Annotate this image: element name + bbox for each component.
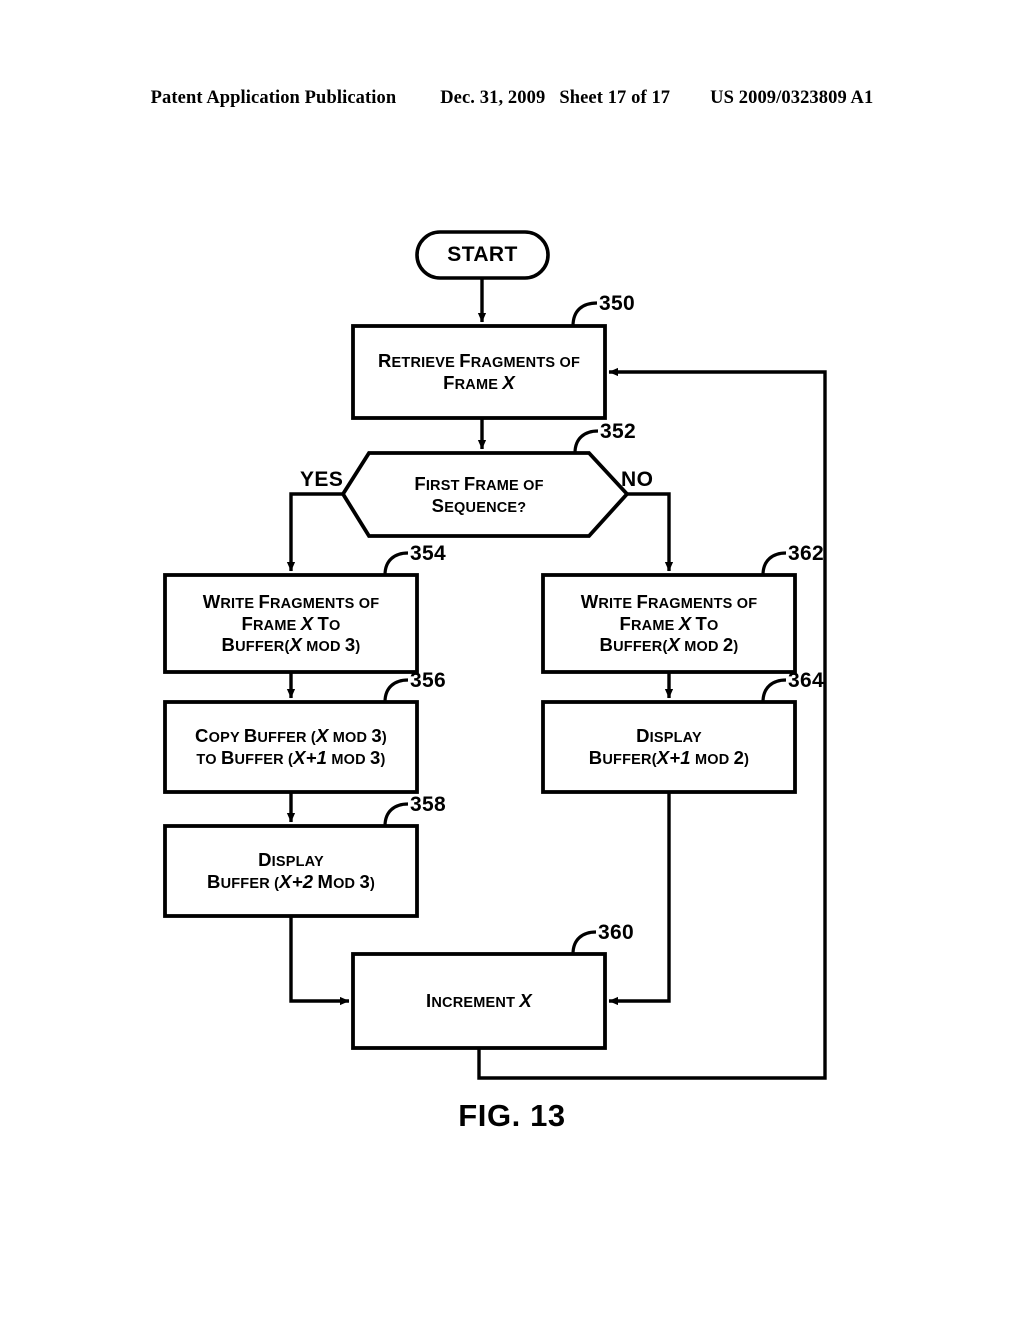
ref-number-354: 354 [410, 542, 446, 565]
shape-360 [351, 952, 607, 1050]
shape-350 [351, 324, 607, 420]
ref-number-362: 362 [788, 542, 824, 565]
connector-352-yes-to-354 [286, 492, 343, 572]
connector-358-to-360 [289, 916, 350, 1006]
leader-356 [383, 678, 409, 703]
leader-364 [761, 678, 787, 703]
ref-number-356: 356 [410, 669, 446, 692]
connector-352-no-to-362 [627, 492, 674, 572]
ref-number-364: 364 [788, 669, 824, 692]
connector-364-to-360 [608, 792, 671, 1006]
ref-number-358: 358 [410, 793, 446, 816]
shape-354 [163, 573, 419, 674]
ref-number-352: 352 [600, 420, 636, 443]
shape-start [415, 230, 550, 280]
branch-label-no: NO [621, 468, 654, 491]
shape-364 [541, 700, 797, 794]
ref-number-360: 360 [598, 921, 634, 944]
leader-358 [383, 802, 409, 827]
branch-label-yes: YES [300, 468, 344, 491]
shape-362 [541, 573, 797, 674]
leader-352 [573, 429, 599, 454]
ref-number-350: 350 [599, 292, 635, 315]
leader-360 [571, 930, 597, 955]
figure-caption: FIG. 13 [458, 1098, 566, 1133]
shape-356 [163, 700, 419, 794]
shape-352 [340, 451, 630, 538]
leader-350 [571, 301, 598, 327]
shape-358 [163, 824, 419, 918]
leader-354 [383, 551, 409, 576]
leader-362 [761, 551, 787, 576]
